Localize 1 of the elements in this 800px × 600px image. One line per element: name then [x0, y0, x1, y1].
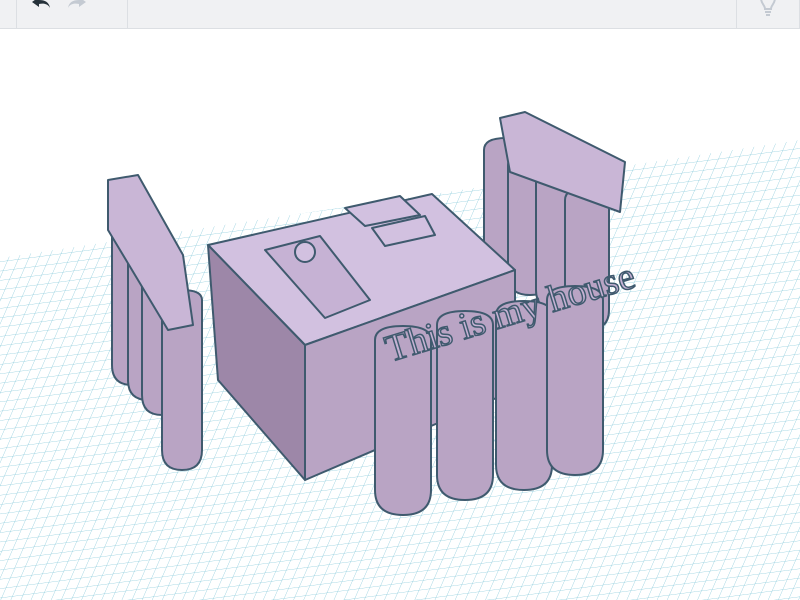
- model-3d-text: This is my house: [380, 254, 640, 371]
